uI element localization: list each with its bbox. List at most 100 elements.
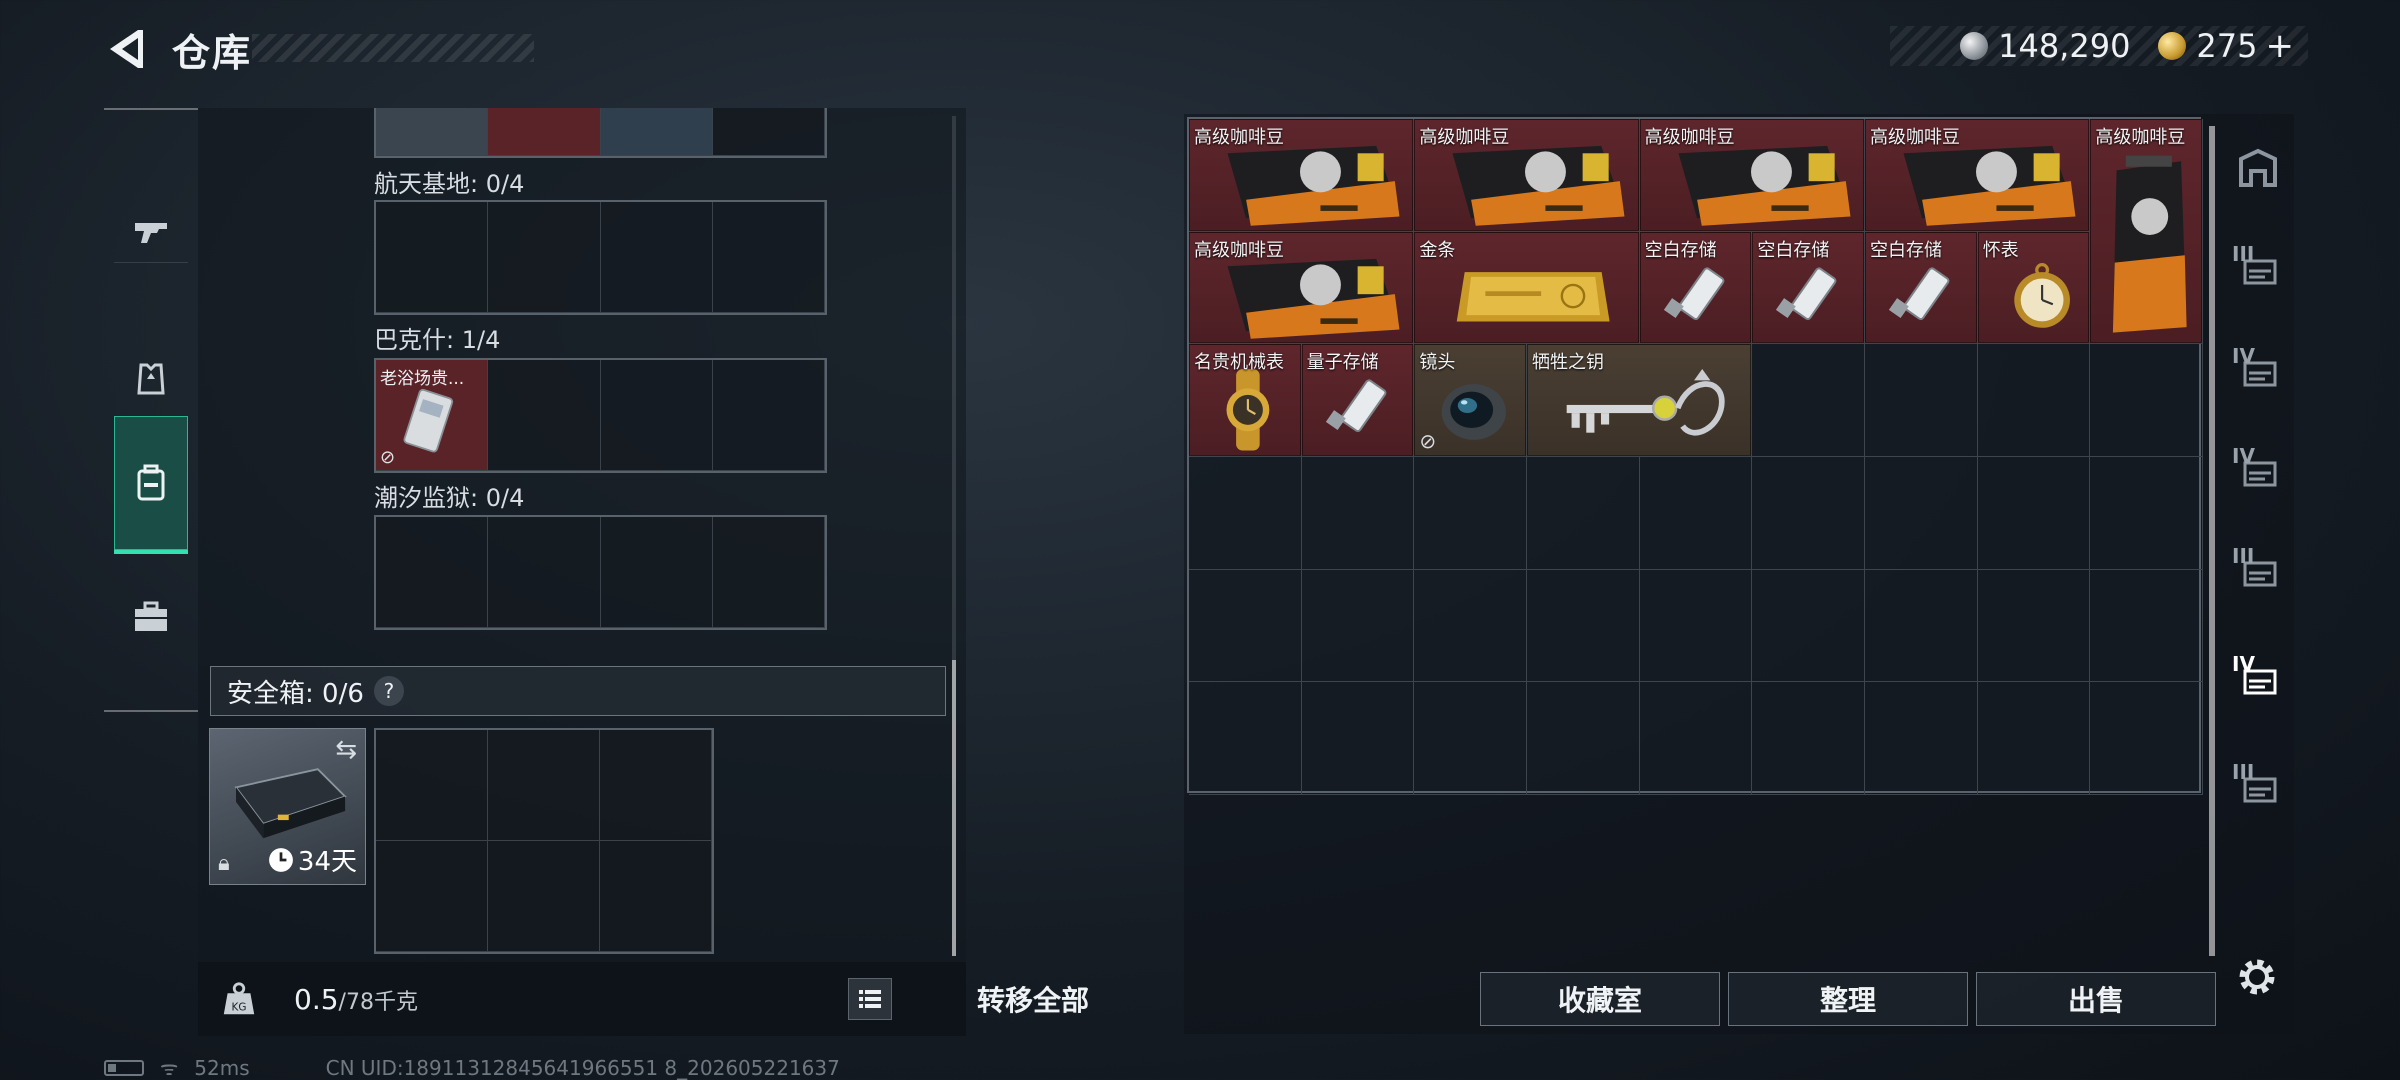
stash-item[interactable]: 高级咖啡豆 (1414, 119, 1639, 231)
grid-slot[interactable] (600, 108, 713, 156)
stash-slot[interactable] (2090, 569, 2203, 683)
item-name: 空白存储 (1870, 239, 1943, 261)
stash-slot[interactable] (1864, 344, 1978, 457)
stash-slot[interactable] (1301, 682, 1415, 795)
stash-slot[interactable] (2090, 682, 2203, 795)
stash-item[interactable]: 金条 (1414, 231, 1639, 344)
list-view-button[interactable] (848, 978, 892, 1020)
grid-slot[interactable] (600, 841, 712, 952)
grid-slot[interactable] (376, 517, 489, 628)
stash-slot[interactable] (1526, 456, 1640, 570)
stash-slot[interactable] (1752, 344, 1865, 457)
stash-slot[interactable] (1526, 682, 1640, 795)
stash-tab-2[interactable]: III (2226, 228, 2290, 312)
grid-slot[interactable] (488, 202, 601, 313)
grid-slot[interactable] (376, 108, 489, 156)
help-button[interactable]: ? (373, 676, 404, 706)
stash-item[interactable]: 高级咖啡豆 (1189, 231, 1414, 344)
stash-slot[interactable] (1977, 569, 2091, 683)
stash-item[interactable]: 空白存储 (1865, 231, 1977, 344)
left-scrollbar-thumb[interactable] (952, 660, 956, 956)
no-sell-icon: ⊘ (380, 447, 396, 468)
grid-slot[interactable] (488, 360, 601, 471)
item-name: 高级咖啡豆 (1419, 127, 1510, 148)
stash-slot[interactable] (1526, 569, 1640, 683)
stash-slot[interactable] (1639, 569, 1753, 683)
grid-slot[interactable] (600, 730, 712, 841)
duration-text: 34天 (297, 847, 357, 877)
stash-tab-6[interactable]: IV (2226, 638, 2290, 722)
nav-weapons[interactable] (114, 162, 188, 300)
stash-slot[interactable] (1752, 569, 1865, 683)
coffee-bag-icon (2113, 155, 2187, 333)
grid-slot[interactable] (376, 841, 488, 952)
stash-slot[interactable] (1414, 456, 1527, 570)
grid-slot[interactable] (712, 202, 825, 313)
stash-slot[interactable] (1189, 456, 1302, 570)
grid-slot[interactable] (712, 108, 825, 156)
collection-room-button[interactable]: 收藏室 (1480, 972, 1720, 1026)
item-name: 量子存储 (1306, 352, 1379, 374)
nav-cases[interactable] (114, 548, 188, 686)
stash-item[interactable]: 高级咖啡豆 (1865, 119, 2090, 231)
stash-item[interactable]: 量子存储 (1301, 344, 1414, 456)
stash-item[interactable]: 高级咖啡豆 (1639, 119, 1864, 231)
stash-item[interactable]: 空白存储 (1639, 231, 1752, 344)
grid-slot[interactable] (488, 108, 601, 156)
stash-slot[interactable] (1864, 569, 1978, 683)
grid-slot[interactable] (712, 360, 825, 471)
stash-slot[interactable] (1301, 569, 1415, 683)
nav-backpack[interactable] (114, 416, 188, 554)
stash-item[interactable]: 高级咖啡豆 (2090, 119, 2203, 344)
stash-item[interactable]: 镜头 ⊘ (1414, 344, 1526, 456)
add-currency-button[interactable]: + (2266, 26, 2295, 66)
stash-tab-3[interactable]: IV (2226, 330, 2290, 414)
stash-item[interactable]: 牺牲之钥 (1527, 344, 1752, 456)
stash-slot[interactable] (2090, 456, 2203, 570)
organize-button[interactable]: 整理 (1728, 972, 1968, 1026)
safebox-case[interactable]: ⇆ 🔒︎ 34天 (209, 728, 366, 885)
stash-slot[interactable] (1414, 569, 1527, 683)
grid-slot[interactable] (712, 517, 825, 628)
stash-slot[interactable] (2090, 344, 2203, 457)
stash-item[interactable]: 空白存储 (1752, 231, 1864, 344)
grid-slot[interactable] (600, 517, 713, 628)
stash-slot[interactable] (1864, 456, 1978, 570)
stash-item[interactable]: 名贵机械表 (1189, 344, 1301, 456)
stash-item[interactable]: 高级咖啡豆 (1189, 119, 1414, 231)
grid-slot[interactable] (488, 517, 601, 628)
usb-drive-icon (1663, 267, 1725, 320)
grid-slot[interactable] (488, 841, 600, 952)
stash-slot[interactable] (1639, 682, 1753, 795)
stash-tab-1[interactable] (2226, 126, 2290, 210)
grid-slot[interactable] (376, 202, 489, 313)
key-card-item[interactable]: 老浴场贵... ⊘ (376, 360, 489, 471)
stash-tab-5[interactable]: III (2226, 530, 2290, 614)
stash-slot[interactable] (1752, 456, 1865, 570)
stash-tab-4[interactable]: IV (2226, 430, 2290, 514)
grid-slot[interactable] (600, 360, 713, 471)
stash-slot[interactable] (1752, 682, 1865, 795)
stash-slot[interactable] (1189, 569, 1302, 683)
case-icon (135, 601, 167, 631)
section-grid-aerospace (374, 200, 827, 315)
stash-slot[interactable] (1301, 456, 1415, 570)
right-scrollbar[interactable] (2209, 126, 2215, 956)
stash-slot[interactable] (1864, 682, 1978, 795)
stash-tab-7[interactable]: III (2226, 746, 2290, 830)
gun-icon (135, 223, 167, 243)
grid-slot[interactable] (488, 730, 600, 841)
stash-slot[interactable] (1977, 344, 2091, 457)
stash-slot[interactable] (1639, 456, 1753, 570)
sell-button[interactable]: 出售 (1976, 972, 2216, 1026)
stash-slot[interactable] (1977, 682, 2091, 795)
stash-slot[interactable] (1414, 682, 1527, 795)
back-button[interactable] (100, 24, 150, 74)
stash-item[interactable]: 怀表 (1977, 231, 2090, 344)
grid-slot[interactable] (376, 730, 488, 841)
stash-slot[interactable] (1189, 682, 1302, 795)
stash-slot[interactable] (1977, 456, 2091, 570)
transfer-all-button[interactable]: 转移全部 (900, 962, 1166, 1036)
grid-slot[interactable] (600, 202, 713, 313)
settings-button[interactable] (2232, 952, 2282, 1002)
